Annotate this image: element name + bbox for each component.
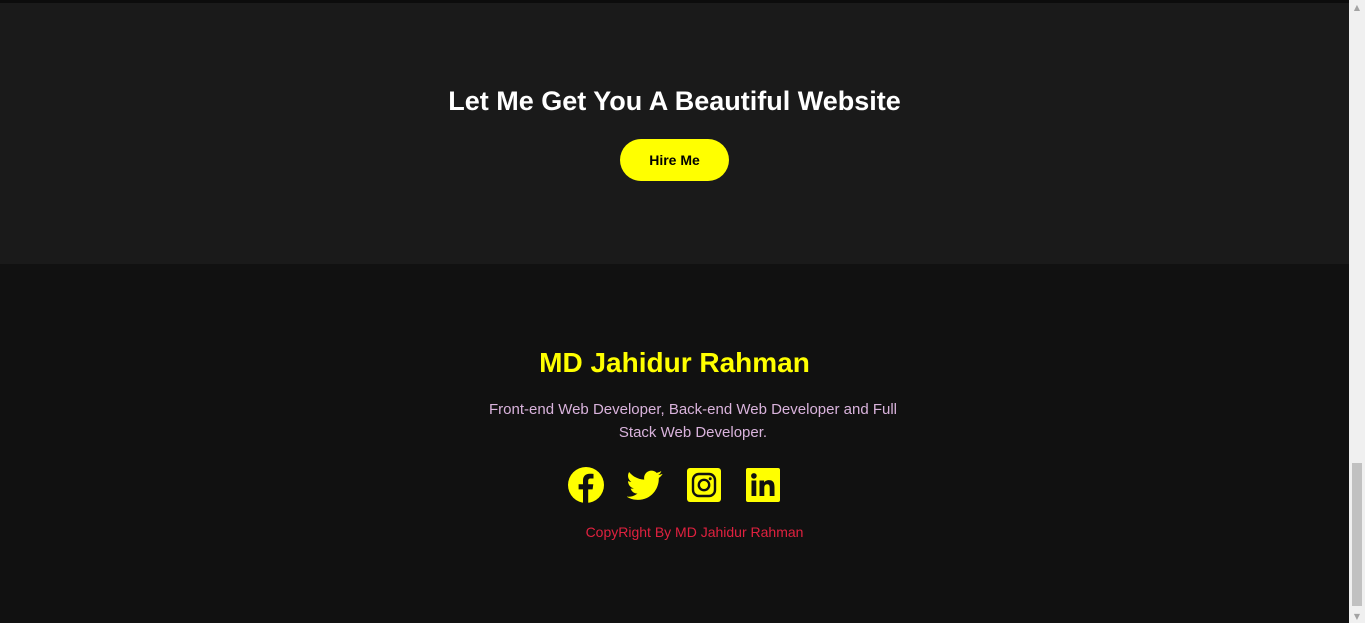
facebook-icon [568, 467, 604, 503]
cta-heading: Let Me Get You A Beautiful Website [448, 86, 901, 116]
hire-cta-section: Let Me Get You A Beautiful Website Hire … [0, 3, 1349, 264]
copyright-text: CopyRight By MD Jahidur Rahman [585, 524, 804, 540]
linkedin-icon [746, 468, 780, 502]
twitter-icon [627, 470, 663, 500]
scroll-up-arrow[interactable]: ▲ [1349, 0, 1365, 14]
page: Let Me Get You A Beautiful Website Hire … [0, 0, 1349, 623]
facebook-link[interactable] [568, 467, 604, 503]
vertical-scrollbar[interactable]: ▲ ▼ [1349, 0, 1365, 623]
social-links [0, 467, 1349, 503]
scroll-down-arrow[interactable]: ▼ [1349, 609, 1365, 623]
footer: MD Jahidur Rahman Front-end Web Develope… [0, 264, 1349, 623]
twitter-link[interactable] [627, 467, 663, 503]
instagram-link[interactable] [686, 467, 722, 503]
footer-name: MD Jahidur Rahman [539, 347, 810, 378]
hire-me-button[interactable]: Hire Me [620, 139, 729, 181]
footer-description: Front-end Web Developer, Back-end Web De… [489, 401, 897, 441]
scroll-thumb[interactable] [1352, 463, 1362, 606]
linkedin-link[interactable] [745, 467, 781, 503]
instagram-icon [687, 468, 721, 502]
